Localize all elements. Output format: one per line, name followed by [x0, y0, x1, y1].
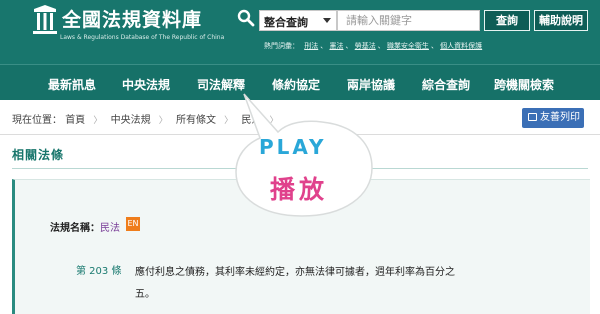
nav-item-central-regulations[interactable]: 中央法規: [122, 76, 170, 93]
breadcrumb-separator: 〉: [158, 116, 168, 126]
hot-terms: 熱門詞彙： 刑法、 憲法、 勞基法、 職業安全衛生、 個人資料保護: [264, 42, 483, 50]
en-version-badge[interactable]: EN: [126, 217, 140, 231]
law-name-label: 法規名稱：: [50, 223, 100, 234]
site-header: 全國法規資料庫 Laws & Regulations Database of T…: [0, 0, 600, 64]
print-button[interactable]: 友善列印: [522, 108, 584, 128]
play-label-zh[interactable]: 播放: [270, 170, 328, 206]
site-subtitle: Laws & Regulations Database of The Repub…: [60, 34, 225, 41]
breadcrumb-prefix: 現在位置：: [12, 115, 62, 126]
nav-item-news[interactable]: 最新訊息: [48, 76, 96, 93]
hot-term-link[interactable]: 個人資料保護: [440, 42, 482, 50]
hot-term-link[interactable]: 憲法: [329, 42, 343, 50]
hot-terms-label: 熱門詞彙：: [264, 42, 299, 50]
breadcrumb-item[interactable]: 中央法規: [111, 115, 151, 126]
breadcrumb-item[interactable]: 首頁: [65, 115, 85, 126]
section-title: 相關法條: [12, 148, 65, 162]
breadcrumb-item[interactable]: 所有條文: [176, 115, 216, 126]
search-scope-value: 整合查詢: [264, 16, 308, 29]
hot-term-link[interactable]: 刑法: [304, 42, 318, 50]
nav-item-integrated-search[interactable]: 綜合查詢: [422, 76, 470, 93]
article-number[interactable]: 第 203 條: [76, 262, 121, 277]
print-button-label: 友善列印: [540, 112, 580, 123]
play-label-en[interactable]: PLAY: [259, 135, 326, 159]
search-icon: [237, 9, 255, 27]
scales-logo-icon[interactable]: [32, 5, 58, 35]
hot-term-link[interactable]: 勞基法: [355, 42, 376, 50]
breadcrumb-separator: 〉: [93, 116, 103, 126]
nav-item-cross-agency-search[interactable]: 跨機關檢索: [494, 76, 554, 93]
law-name-link[interactable]: 民法: [100, 219, 120, 234]
help-button[interactable]: 輔助說明: [534, 10, 588, 31]
search-button[interactable]: 查詢: [484, 10, 530, 31]
article-text: 應付利息之債務，其利率未經約定，亦無法律可據者，週年利率為百分之五。: [135, 267, 455, 300]
search-input[interactable]: [337, 10, 480, 31]
search-scope-select[interactable]: 整合查詢: [259, 10, 337, 31]
caret-down-icon: [323, 18, 331, 23]
printer-icon: [528, 113, 537, 121]
site-title[interactable]: 全國法規資料庫: [62, 5, 202, 32]
hot-term-link[interactable]: 職業安全衛生: [387, 42, 429, 50]
